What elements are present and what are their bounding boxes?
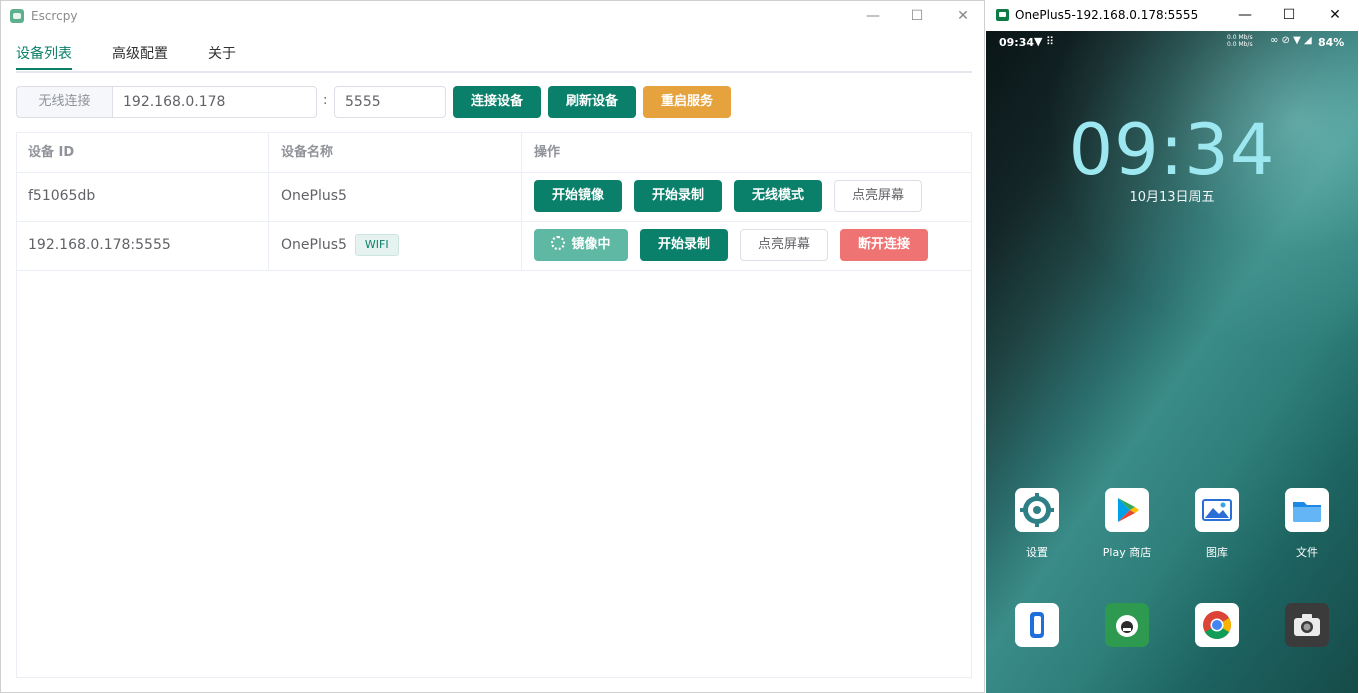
gallery-icon (1195, 488, 1239, 532)
device-name: OnePlus5 (281, 188, 347, 204)
status-bar-time: 09:34 (999, 36, 1035, 49)
app-phone[interactable] (997, 603, 1077, 647)
app-label: 图库 (1206, 546, 1228, 559)
wake-screen-button[interactable]: 点亮屏幕 (834, 180, 922, 212)
device-id-cell: f51065db (28, 188, 96, 204)
signal-icon: ◢ (1304, 35, 1312, 46)
app-camera[interactable] (1267, 603, 1347, 647)
device-table: 设备 ID 设备名称 操作 f51065db OnePlus5 开始镜像 开始录… (16, 132, 972, 678)
escrcpy-window: Escrcpy — ☐ ✕ 设备列表 高级配置 关于 无线连接 192.168.… (0, 0, 985, 693)
app-messaging[interactable] (1087, 603, 1167, 647)
mute-icon: ⊘ (1281, 35, 1290, 46)
restart-service-button[interactable]: 重启服务 (643, 86, 731, 118)
wifi-icon: ▼ (1293, 35, 1301, 46)
app-label: Play 商店 (1102, 546, 1152, 559)
phone-screen[interactable]: 09:34 ▼ ⠿ 0.0 Mb/s 0.0 Mb/s ∞ ⊘ ▼ ◢ 84% … (986, 31, 1358, 693)
camera-icon (1285, 603, 1329, 647)
lock-date: 10月13日周五 (1129, 190, 1215, 205)
link-icon: ∞ (1270, 35, 1279, 46)
minimize-button[interactable]: — (853, 5, 893, 27)
close-button[interactable]: ✕ (1315, 4, 1355, 26)
ip-address-input[interactable]: 192.168.0.178 (112, 86, 317, 118)
wake-screen-button[interactable]: 点亮屏幕 (740, 229, 828, 261)
wifi-signal-icon: ▼ (1034, 35, 1043, 48)
tab-device-list[interactable]: 设备列表 (16, 43, 72, 63)
active-tab-indicator (16, 68, 72, 70)
app-play-store[interactable]: Play 商店 (1087, 488, 1167, 560)
tab-about[interactable]: 关于 (208, 43, 236, 63)
lock-clock: 09:34 (1068, 109, 1276, 191)
mirroring-button[interactable]: 镜像中 (534, 229, 628, 261)
mirror-title-bar: OnePlus5-192.168.0.178:5555 — ☐ ✕ (985, 0, 1359, 31)
app-label: 文件 (1296, 546, 1318, 559)
device-id-cell: 192.168.0.178:5555 (28, 237, 171, 253)
app-chrome[interactable] (1177, 603, 1257, 647)
device-name-cell: OnePlus5 (270, 172, 347, 220)
grid-icon: ⠿ (1045, 35, 1055, 48)
tab-bar: 设备列表 高级配置 关于 (16, 41, 972, 73)
close-button[interactable]: ✕ (943, 5, 983, 27)
tab-advanced-config[interactable]: 高级配置 (112, 43, 168, 63)
play-store-icon (1105, 488, 1149, 532)
header-device-id: 设备 ID (28, 145, 75, 160)
upload-speed: 0.0 Mb/s (1227, 34, 1253, 41)
table-row: f51065db OnePlus5 开始镜像 开始录制 无线模式 点亮屏幕 (17, 172, 971, 222)
header-device-name: 设备名称 (281, 145, 334, 160)
network-speed: 0.0 Mb/s 0.0 Mb/s (1227, 34, 1253, 48)
phone-icon (1015, 603, 1059, 647)
app-files[interactable]: 文件 (1267, 488, 1347, 560)
refresh-devices-button[interactable]: 刷新设备 (548, 86, 636, 118)
start-record-button[interactable]: 开始录制 (634, 180, 722, 212)
settings-icon (1015, 488, 1059, 532)
android-icon (996, 9, 1009, 21)
wireless-mode-button[interactable]: 无线模式 (734, 180, 822, 212)
status-system-icons: ∞ ⊘ ▼ ◢ (1270, 35, 1312, 46)
header-actions: 操作 (534, 145, 561, 160)
status-notification-icons: ▼ ⠿ (1034, 35, 1054, 48)
loading-spinner-icon (551, 236, 566, 250)
wifi-tag: WIFI (354, 234, 399, 256)
port-input[interactable]: 5555 (334, 86, 446, 118)
maximize-button[interactable]: ☐ (1269, 4, 1309, 26)
minimize-button[interactable]: — (1225, 4, 1265, 26)
start-mirror-button[interactable]: 开始镜像 (534, 180, 622, 212)
connect-device-button[interactable]: 连接设备 (453, 86, 541, 118)
device-name-cell: OnePlus5 WIFI (270, 221, 399, 269)
app-label: 设置 (1026, 546, 1048, 559)
start-record-button[interactable]: 开始录制 (640, 229, 728, 261)
mirroring-label: 镜像中 (571, 237, 611, 252)
app-gallery[interactable]: 图库 (1177, 488, 1257, 560)
mirror-window-title: OnePlus5-192.168.0.178:5555 (1015, 8, 1199, 22)
disconnect-button[interactable]: 断开连接 (840, 229, 928, 261)
window-title: Escrcpy (31, 9, 78, 23)
table-row: 192.168.0.178:5555 OnePlus5 WIFI 镜像中 开始录制… (17, 221, 971, 271)
chrome-icon (1195, 603, 1239, 647)
download-speed: 0.0 Mb/s (1227, 41, 1253, 48)
table-header: 设备 ID 设备名称 操作 (17, 133, 971, 173)
maximize-button[interactable]: ☐ (897, 5, 937, 27)
title-bar: Escrcpy — ☐ ✕ (1, 1, 984, 33)
port-separator: : (323, 93, 328, 108)
device-mirror-window: OnePlus5-192.168.0.178:5555 — ☐ ✕ 09:34 … (985, 0, 1359, 693)
wireless-connect-label: 无线连接 (16, 86, 112, 118)
files-icon (1285, 488, 1329, 532)
messaging-icon (1105, 603, 1149, 647)
app-settings[interactable]: 设置 (997, 488, 1077, 560)
device-name: OnePlus5 (281, 237, 347, 253)
app-logo-icon (10, 9, 24, 23)
battery-level: 84% (1318, 36, 1345, 49)
